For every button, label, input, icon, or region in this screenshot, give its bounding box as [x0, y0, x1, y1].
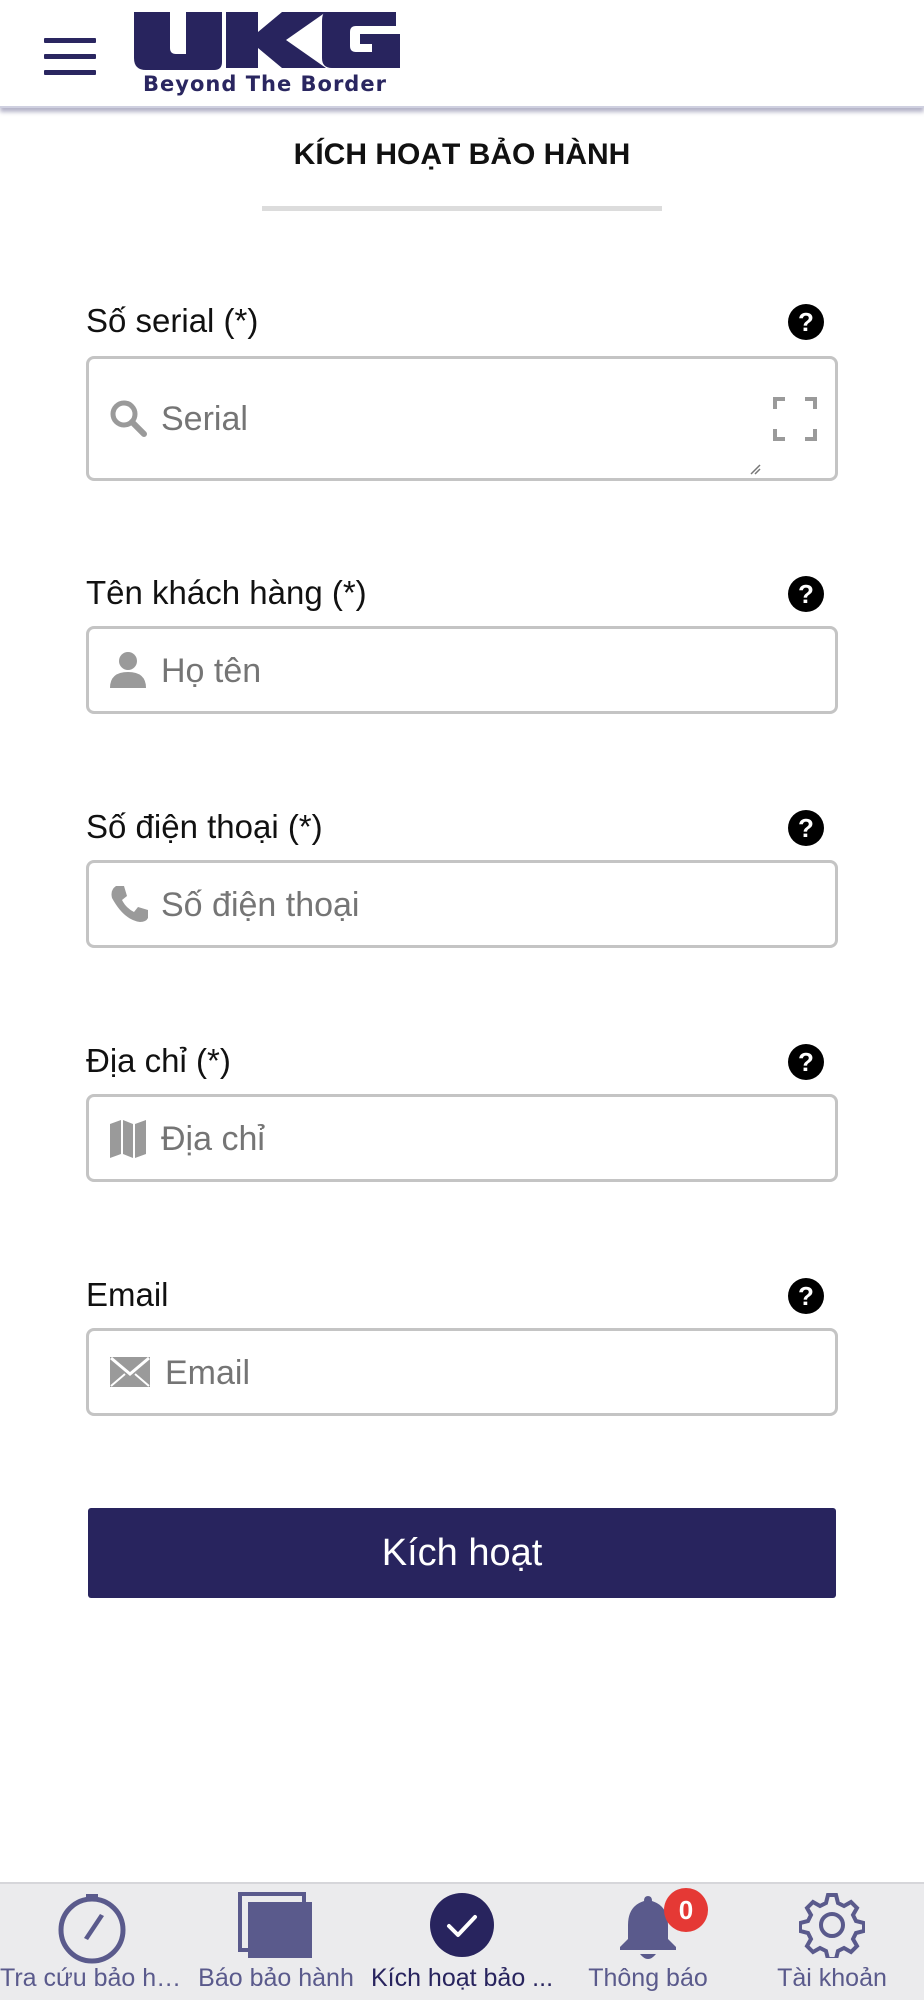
- email-label: Email: [86, 1276, 169, 1313]
- nav-label-activate-warranty: Kích hoạt bảo ...: [370, 1964, 554, 1992]
- layers-icon: [238, 1892, 314, 1965]
- check-circle-icon: [429, 1892, 495, 1963]
- nav-item-warranty-report[interactable]: Báo bảo hành: [184, 1884, 368, 2000]
- app-header: Beyond The Border: [0, 0, 924, 108]
- phone-help-icon[interactable]: ?: [788, 810, 824, 846]
- email-field[interactable]: [86, 1328, 838, 1416]
- map-icon: [107, 1117, 149, 1159]
- envelope-icon: [109, 1351, 151, 1393]
- nav-item-account[interactable]: Tài khoản: [740, 1884, 924, 2000]
- address-help-icon[interactable]: ?: [788, 1044, 824, 1080]
- phone-field[interactable]: [86, 860, 838, 948]
- nav-label-notifications: Thông báo: [588, 1964, 708, 1992]
- customer-name-label: Tên khách hàng (*): [86, 574, 367, 611]
- bottom-nav: Tra cứu bảo hà... Báo bảo hành Kích hoạt…: [0, 1882, 924, 2000]
- activate-button[interactable]: Kích hoạt: [88, 1508, 836, 1598]
- nav-label-warranty-report: Báo bảo hành: [198, 1964, 354, 1992]
- menu-icon[interactable]: [44, 38, 96, 76]
- logo-tagline: Beyond The Border: [143, 72, 387, 96]
- compass-icon: [56, 1892, 128, 1969]
- email-help-icon[interactable]: ?: [788, 1278, 824, 1314]
- serial-input[interactable]: [161, 397, 721, 441]
- phone-label: Số điện thoại (*): [86, 808, 323, 845]
- nav-item-warranty-lookup[interactable]: Tra cứu bảo hà...: [0, 1884, 184, 2000]
- gear-icon: [798, 1892, 866, 1963]
- user-icon: [107, 649, 149, 691]
- logo-mark: [134, 12, 400, 70]
- search-icon: [107, 397, 149, 439]
- page-title: KÍCH HOẠT BẢO HÀNH: [293, 138, 631, 171]
- phone-input[interactable]: [161, 883, 721, 927]
- phone-icon: [107, 883, 149, 925]
- nav-item-notifications[interactable]: 0 Thông báo: [556, 1884, 740, 2000]
- email-input[interactable]: [165, 1351, 725, 1395]
- ukg-logo[interactable]: Beyond The Border: [130, 10, 400, 96]
- nav-label-account: Tài khoản: [777, 1964, 887, 1992]
- address-field[interactable]: [86, 1094, 838, 1182]
- address-label: Địa chỉ (*): [86, 1042, 231, 1079]
- customer-name-input[interactable]: [161, 649, 721, 693]
- notification-badge: 0: [664, 1888, 708, 1932]
- scan-icon[interactable]: [773, 397, 817, 441]
- nav-item-activate-warranty[interactable]: Kích hoạt bảo ...: [368, 1884, 556, 2000]
- customer-name-help-icon[interactable]: ?: [788, 576, 824, 612]
- serial-label: Số serial (*): [86, 302, 259, 339]
- address-input[interactable]: [161, 1117, 721, 1161]
- serial-help-icon[interactable]: ?: [788, 304, 824, 340]
- resize-grip-icon[interactable]: [749, 462, 761, 475]
- title-underline: [262, 206, 662, 211]
- nav-label-warranty-lookup: Tra cứu bảo hà...: [0, 1964, 184, 1992]
- customer-name-field[interactable]: [86, 626, 838, 714]
- serial-field[interactable]: [86, 356, 838, 481]
